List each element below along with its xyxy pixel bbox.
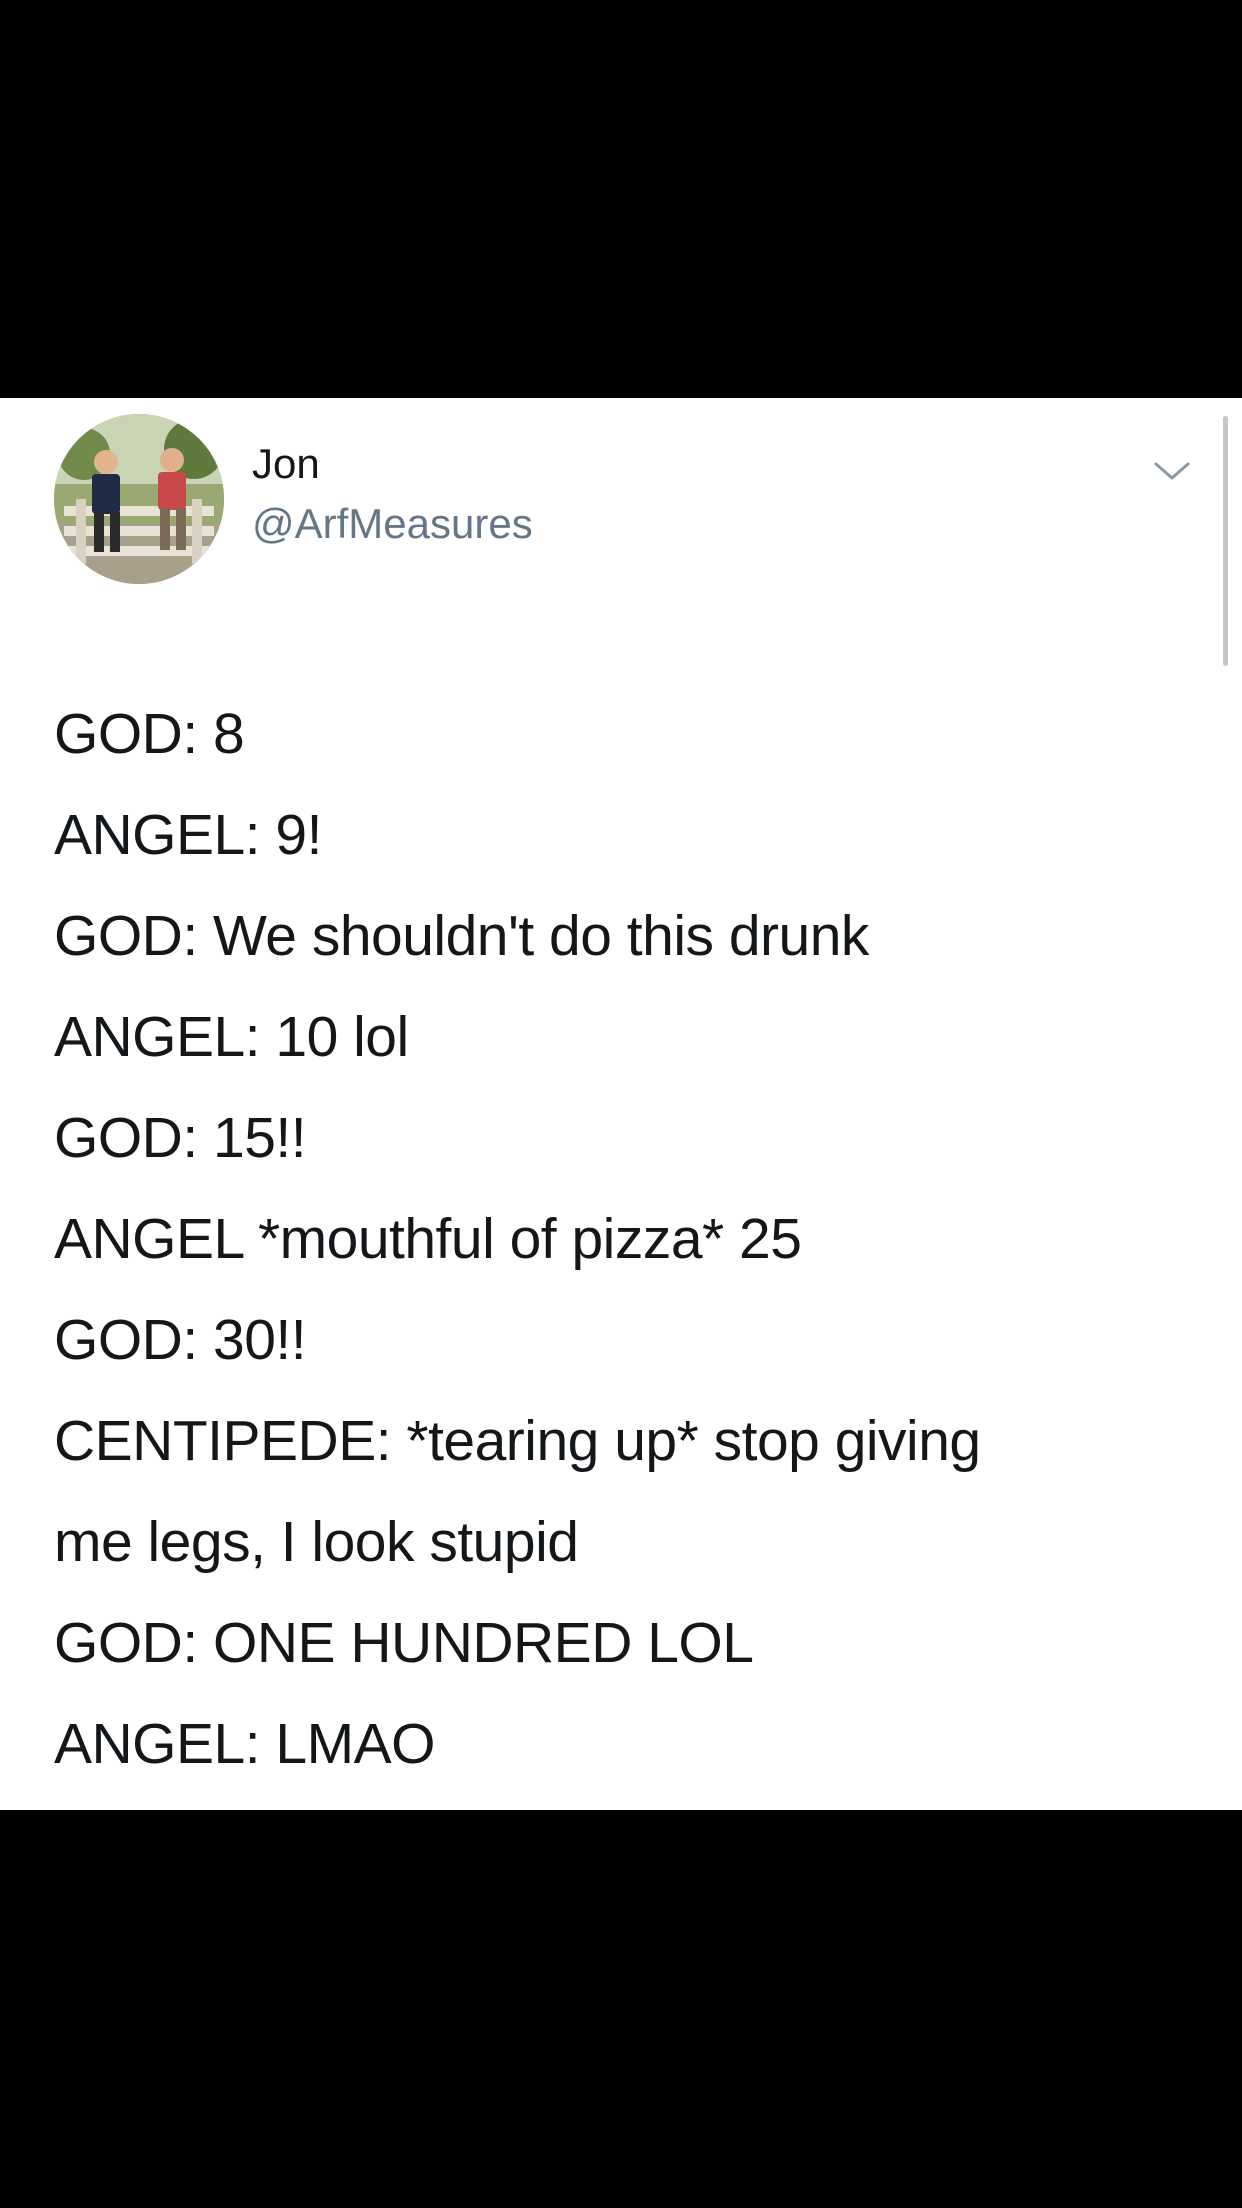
tweet-line: GOD: ONE HUNDRED LOL [54, 1611, 754, 1675]
tweet-line: ANGEL: 10 lol [54, 1005, 409, 1069]
tweet-card: Jon @ArfMeasures GOD: 8 ANGEL: 9! GOD: W… [0, 398, 1242, 1810]
tweet-line: CENTIPEDE: *tearing up* stop giving [54, 1409, 981, 1473]
profile-photo-icon [54, 414, 224, 584]
tweet-line: GOD: 15!! [54, 1106, 307, 1170]
tweet-line: GOD: 8 [54, 702, 245, 766]
author-handle[interactable]: @ArfMeasures [252, 500, 533, 548]
tweet-line: ANGEL: 9! [54, 803, 322, 867]
tweet-text: GOD: 8 ANGEL: 9! GOD: We shouldn't do th… [54, 684, 1204, 1795]
scroll-indicator[interactable] [1223, 416, 1228, 666]
bottom-black-bar [0, 1810, 1242, 2208]
chevron-down-icon [1154, 462, 1190, 480]
tweet-line: ANGEL *mouthful of pizza* 25 [54, 1207, 802, 1271]
top-black-bar [0, 0, 1242, 398]
tweet-line: GOD: 30!! [54, 1308, 307, 1372]
author-name[interactable]: Jon [252, 440, 320, 488]
tweet-line: GOD: We shouldn't do this drunk [54, 904, 869, 968]
tweet-line: ANGEL: LMAO [54, 1712, 435, 1776]
avatar[interactable] [54, 414, 224, 584]
tweet-line: me legs, I look stupid [54, 1510, 579, 1574]
tweet-menu-button[interactable] [1150, 456, 1194, 486]
